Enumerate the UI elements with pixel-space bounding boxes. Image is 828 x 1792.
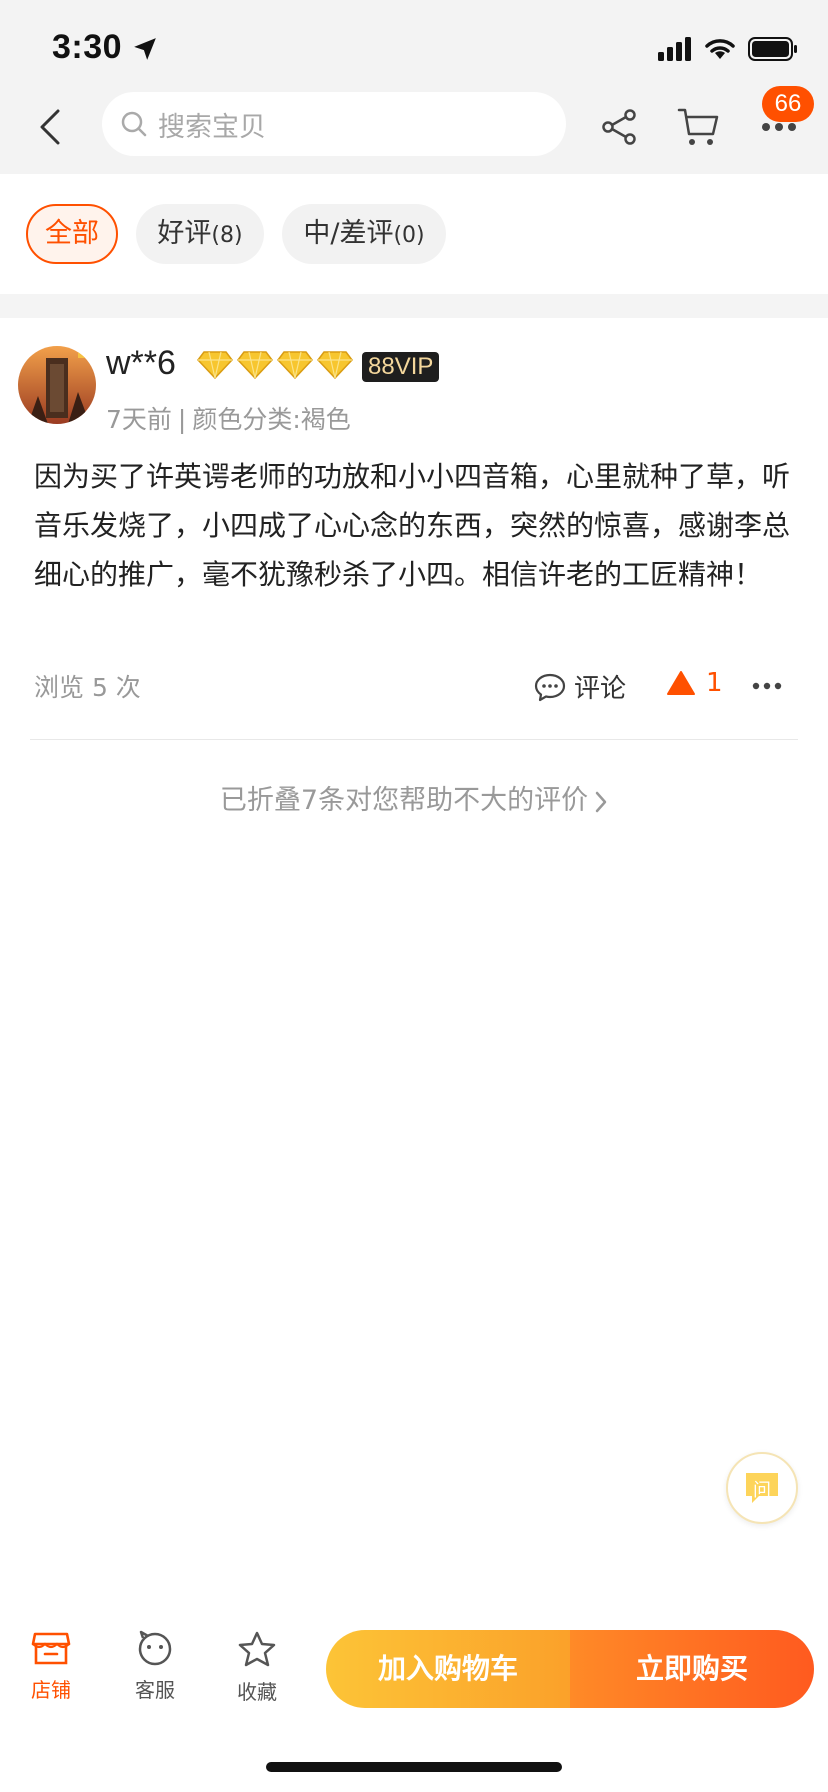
buy-now-button[interactable]: 立即购买 xyxy=(570,1630,814,1708)
status-indicators xyxy=(658,34,798,64)
cart-button[interactable] xyxy=(676,104,722,150)
customer-service-tab[interactable]: 客服 xyxy=(120,1630,190,1703)
meta-separator: | xyxy=(177,405,187,434)
folded-reviews-link[interactable]: 已折叠7条对您帮助不大的评价 xyxy=(0,778,828,817)
reviewer-name: w**6 xyxy=(106,344,176,382)
star-icon xyxy=(238,1631,276,1667)
review-meta: 7天前 | 颜色分类:褐色 xyxy=(106,400,351,436)
share-icon xyxy=(602,109,636,145)
reviewer-level-diamonds xyxy=(196,350,354,380)
customer-service-icon xyxy=(138,1630,172,1666)
like-count: 1 xyxy=(706,668,723,698)
search-icon xyxy=(121,111,147,137)
filter-label: 中/差评 xyxy=(303,218,394,249)
filter-count: (0) xyxy=(393,223,425,248)
more-dots-icon xyxy=(752,682,782,690)
add-to-cart-button[interactable]: 加入购物车 xyxy=(326,1630,570,1708)
back-button[interactable] xyxy=(30,102,70,152)
comment-bubble-icon xyxy=(534,673,566,701)
search-bar[interactable]: 搜索宝贝 xyxy=(102,92,566,156)
cellular-signal-icon xyxy=(658,37,691,61)
review-divider xyxy=(30,739,798,740)
ask-question-button[interactable]: 问 xyxy=(726,1452,798,1524)
upvote-triangle-icon xyxy=(667,671,695,695)
diamond-icon xyxy=(277,351,313,380)
filter-count: (8) xyxy=(211,223,243,248)
folded-reviews-text: 已折叠7条对您帮助不大的评价 xyxy=(219,785,589,816)
customer-service-label: 客服 xyxy=(135,1678,175,1702)
status-time: 3:30 xyxy=(52,28,123,66)
review-more-button[interactable] xyxy=(752,676,786,696)
message-count-badge: 66 xyxy=(762,86,814,122)
avatar-image xyxy=(18,346,96,424)
review-filter-tabs: 全部 好评(8) 中/差评(0) xyxy=(0,174,828,294)
filter-positive[interactable]: 好评(8) xyxy=(136,204,264,264)
more-dots-icon xyxy=(762,123,796,131)
review-time: 7天前 xyxy=(106,405,172,434)
cart-icon xyxy=(677,108,719,145)
chevron-left-icon xyxy=(40,109,60,145)
review-page: 3:30 搜索宝贝 66 全部 好评(8) 中/差评(0) w**6 88VIP… xyxy=(0,0,828,1792)
store-tab[interactable]: 店铺 xyxy=(16,1630,86,1703)
store-label: 店铺 xyxy=(31,1678,71,1702)
filter-all[interactable]: 全部 xyxy=(26,204,118,264)
favorite-tab[interactable]: 收藏 xyxy=(222,1630,292,1705)
filter-label: 好评 xyxy=(157,218,212,249)
section-divider xyxy=(0,294,828,318)
comment-button[interactable]: 评论 xyxy=(534,668,626,705)
ask-label: 问 xyxy=(753,1480,771,1501)
store-icon xyxy=(31,1632,71,1665)
review-content: 因为买了许英谔老师的功放和小小四音箱，心里就种了草，听音乐发烧了，小四成了心心念… xyxy=(34,460,791,591)
home-indicator[interactable] xyxy=(266,1762,562,1772)
chevron-right-icon xyxy=(595,791,607,812)
comment-label: 评论 xyxy=(574,674,627,704)
filter-label: 全部 xyxy=(45,218,99,249)
top-header: 3:30 搜索宝贝 66 xyxy=(0,0,828,174)
favorite-label: 收藏 xyxy=(237,1680,277,1704)
location-arrow-icon xyxy=(134,38,156,60)
battery-icon xyxy=(748,37,797,61)
vip-badge: 88VIP xyxy=(362,352,440,382)
share-button[interactable] xyxy=(596,104,642,150)
view-count: 浏览 5 次 xyxy=(34,673,141,702)
filter-negative[interactable]: 中/差评(0) xyxy=(282,204,446,264)
diamond-icon xyxy=(317,351,353,380)
avatar[interactable] xyxy=(18,346,96,424)
search-placeholder: 搜索宝贝 xyxy=(158,111,266,143)
review-variant: 颜色分类:褐色 xyxy=(192,405,351,434)
wifi-icon xyxy=(705,39,735,59)
like-button[interactable]: 1 xyxy=(666,668,723,698)
diamond-icon xyxy=(237,351,273,380)
diamond-icon xyxy=(197,351,233,380)
